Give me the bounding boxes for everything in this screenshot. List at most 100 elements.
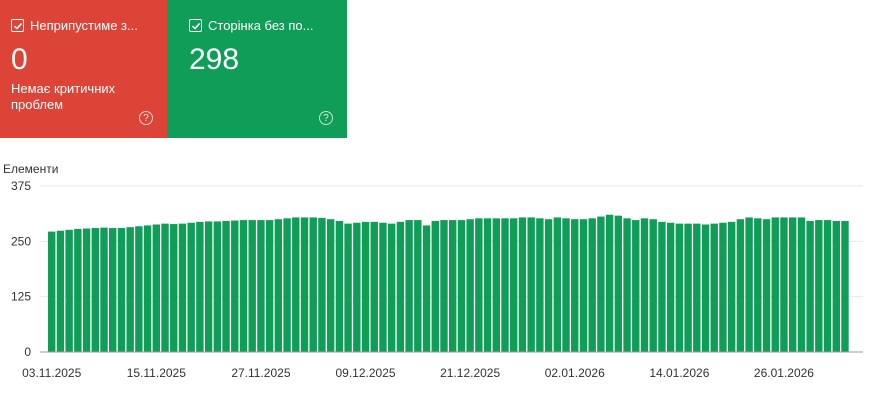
chart-bar[interactable] [318,217,326,352]
chart-bar[interactable] [48,231,56,352]
chart-bar[interactable] [544,219,553,352]
checkbox-icon[interactable] [189,19,202,32]
chart-bar[interactable] [736,219,745,352]
valid-card[interactable]: Сторінка без по... 298 ? [167,0,347,138]
chart-bar[interactable] [91,228,99,352]
chart-bar[interactable] [510,218,518,352]
chart-bar[interactable] [170,224,178,352]
chart-bar[interactable] [649,219,657,352]
chart-bar[interactable] [815,220,823,352]
chart-bar[interactable] [414,220,422,352]
error-card[interactable]: Неприпустиме з... 0 Немає критичних проб… [0,0,167,138]
chart-bar[interactable] [780,217,788,352]
chart-bar[interactable] [143,225,152,352]
chart-bar[interactable] [257,220,265,352]
chart-bar[interactable] [135,226,143,352]
chart-bar[interactable] [675,223,684,352]
chart-bar[interactable] [579,219,588,352]
chart-bar[interactable] [222,220,230,352]
chart-bar[interactable] [126,227,134,352]
chart-bar[interactable] [344,223,352,352]
chart-bar[interactable] [178,223,187,352]
chart-bar[interactable] [492,218,500,352]
chart-bar[interactable] [640,218,649,352]
chart-bar[interactable] [605,214,614,352]
chart-bar[interactable] [353,222,361,352]
chart-bar[interactable] [553,217,562,352]
chart-bar[interactable] [457,220,466,352]
chart-bar[interactable] [326,219,335,352]
chart-bar[interactable] [239,220,248,352]
chart-bar[interactable] [405,220,413,352]
chart-bar[interactable] [788,217,797,352]
chart-bar[interactable] [762,219,771,352]
chart-bar[interactable] [623,218,631,352]
chart-bar[interactable] [466,219,474,352]
chart-bar[interactable] [300,217,309,352]
chart-bar[interactable] [475,218,483,352]
chart-bar[interactable] [727,221,736,352]
chart-bar[interactable] [440,220,448,352]
chart-bar[interactable] [396,221,405,352]
chart-bar[interactable] [449,220,457,352]
chart-bar[interactable] [152,224,161,352]
chart-bar[interactable] [213,221,222,352]
chart-bar[interactable] [74,228,82,352]
chart-bar[interactable] [82,228,91,353]
chart-bar[interactable] [832,220,840,352]
chart-bar[interactable] [196,221,204,352]
chart-bar[interactable] [597,216,605,352]
chart-bar[interactable] [335,220,344,352]
chart-bar[interactable] [823,220,832,352]
chart-bar[interactable] [771,217,779,352]
chart-bar[interactable] [265,220,274,352]
chart-bar[interactable] [719,222,727,352]
chart-bar[interactable] [588,218,596,352]
chart-bar[interactable] [248,220,256,352]
chart-bar[interactable] [536,218,544,352]
chart-bar[interactable] [309,217,317,352]
chart-bar[interactable] [701,224,710,352]
chart-bar[interactable] [684,223,692,352]
chart-bar[interactable] [562,218,570,352]
chart-bar[interactable] [274,219,283,352]
chart-bar[interactable] [658,221,666,352]
chart-bar[interactable] [501,218,509,352]
chart-bar[interactable] [614,215,623,352]
chart-bar[interactable] [518,217,527,352]
chart-bar[interactable] [204,221,213,352]
chart-bar[interactable] [361,221,370,352]
chart-bar[interactable] [483,218,492,352]
chart-bar[interactable] [710,223,718,352]
chart-bar[interactable] [745,217,753,352]
chart-bar[interactable] [797,217,806,352]
chart-bar[interactable] [65,229,73,352]
chart-bar[interactable] [117,228,126,352]
chart-bar[interactable] [754,218,762,352]
chart-bar[interactable] [693,223,701,352]
valid-card-header: Сторінка без по... [189,18,313,33]
y-axis-label: Елементи [3,162,58,176]
chart-bar[interactable] [292,217,300,352]
chart-bar[interactable] [379,222,387,352]
chart-bar[interactable] [56,230,65,352]
chart-bar[interactable] [571,219,579,352]
chart-bar[interactable] [283,218,291,352]
chart-bar[interactable] [841,220,849,352]
chart-bar[interactable] [161,223,169,352]
chart-bar[interactable] [422,225,431,352]
chart-bar[interactable] [109,228,117,352]
chart-bar[interactable] [231,220,239,352]
chart-bar[interactable] [632,220,640,352]
checkbox-icon[interactable] [11,19,24,32]
chart-bar[interactable] [187,222,195,352]
chart-bar[interactable] [666,222,675,352]
chart-bar[interactable] [387,223,396,352]
chart-bar[interactable] [431,220,439,352]
chart-bar[interactable] [527,217,535,352]
chart-bar[interactable] [806,220,814,352]
help-circle-icon[interactable]: ? [319,111,333,125]
chart-bar[interactable] [100,227,108,352]
chart-bar[interactable] [370,221,378,352]
help-circle-icon[interactable]: ? [139,111,153,125]
